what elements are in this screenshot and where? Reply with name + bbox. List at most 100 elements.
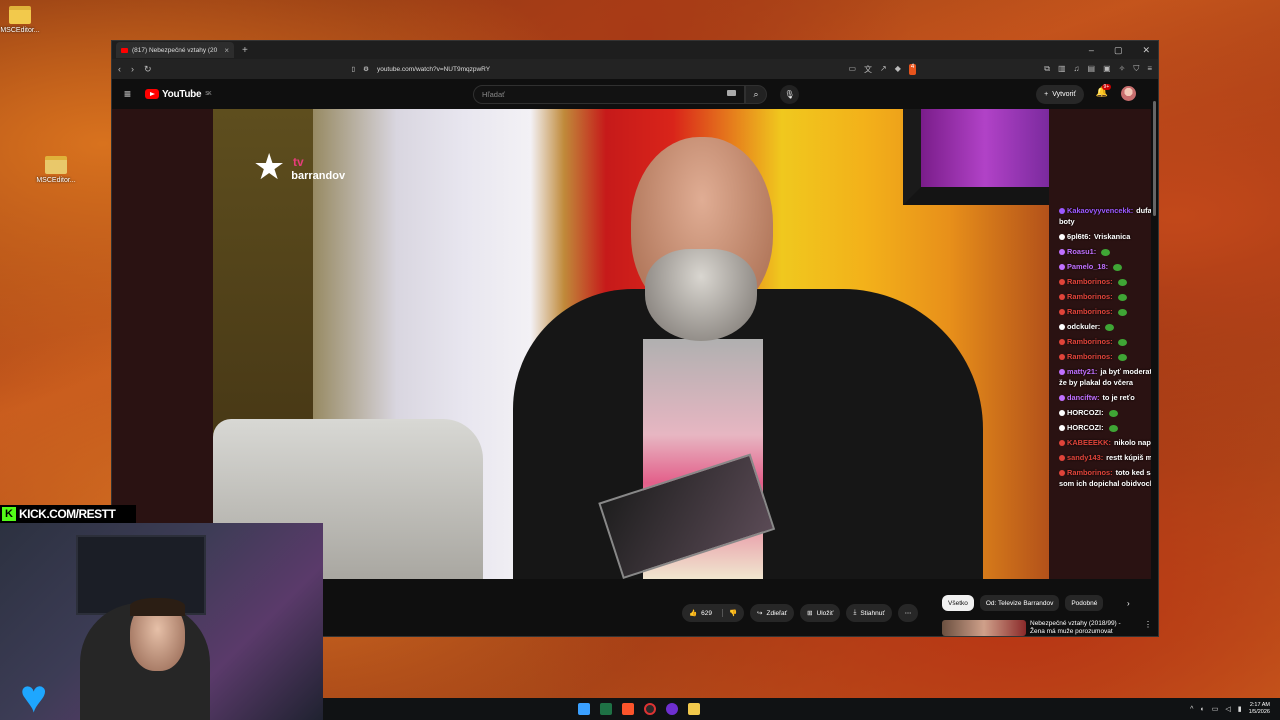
obs-icon[interactable] [666,703,678,715]
create-label: Vytvoriť [1052,91,1076,98]
split-view-icon[interactable]: ▤ [1088,64,1096,75]
new-tab-button[interactable]: + [242,45,248,56]
forward-icon[interactable]: › [131,64,134,74]
recommendation-thumbnail[interactable] [942,620,1026,636]
chat-username[interactable]: odckuler: [1067,322,1100,331]
translate-icon[interactable]: 文 [864,64,872,75]
chat-username[interactable]: matty21: [1067,367,1097,376]
chat-message: matty21:ja byť moderator taku mu kmasnem… [1059,366,1158,388]
close-window-button[interactable]: ✕ [1142,45,1150,56]
vpn-icon[interactable]: ⛉ [1133,64,1139,75]
extensions-icon[interactable]: ⧉ [1044,64,1050,75]
dislike-button[interactable]: 👎 [721,609,737,617]
guide-menu-icon[interactable]: ≡ [124,87,131,101]
search-input[interactable]: Hľadať [473,85,745,104]
file-explorer-icon[interactable] [688,703,700,715]
scrollbar-thumb[interactable] [1153,101,1156,216]
chat-message: Ramborinos: [1059,276,1158,287]
chip-similar[interactable]: Podobné [1065,595,1104,611]
sidebar-icon[interactable]: ▥ [1058,64,1066,75]
bookmark-icon[interactable]: ▯ [352,65,356,73]
chat-username[interactable]: HORCOZI: [1067,408,1104,417]
chevron-right-icon[interactable]: › [1127,599,1130,608]
chat-username[interactable]: Ramborinos: [1067,292,1113,301]
search-button[interactable]: ⌕ [745,85,767,104]
youtube-favicon-icon [121,47,128,53]
chat-username[interactable]: Pamelo_18: [1067,262,1108,271]
desktop-icon-mseditor-2[interactable]: MSCEditor... [26,156,86,184]
chat-badge-icon [1059,324,1065,331]
heart-icon: ♥ [20,670,48,720]
like-button[interactable]: 👍 629 👎 [682,604,745,622]
youtube-header: ≡ YouTube SK Hľadať ⌕ 🎙 + Vytvoriť 🔔 9+ [112,79,1158,109]
recommendation-title[interactable]: Nebezpečné vztahy (2018/99) - Žena má mu… [1030,620,1121,636]
taskbar: ^ ◐ ▭ ◁ ▮ 2:17 AM 1/5/2026 [323,698,1280,720]
brave-shield-icon[interactable]: ◆ [895,64,901,75]
video-player[interactable]: ★ tv barrandov [213,109,1049,579]
volume-icon[interactable]: ◁ [1225,705,1230,713]
chat-username[interactable]: Ramborinos: [1067,352,1113,361]
battery-icon[interactable]: ▮ [1238,705,1242,713]
screen-icon[interactable]: ▭ [848,64,856,75]
chat-username[interactable]: Ramborinos: [1067,307,1113,316]
chip-all[interactable]: Všetko [942,595,974,611]
mic-tray-icon[interactable]: ◐ [1200,706,1204,713]
recommendation-item[interactable]: Nebezpečné vztahy (2018/99) - Žena má mu… [942,620,1152,636]
save-button[interactable]: ⊞ Uložiť [800,604,841,622]
chrome-icon[interactable] [644,703,656,715]
tab-bar: (817) Nebezpečné vztahy (20 × + – ▢ ✕ [112,41,1158,59]
chat-username[interactable]: Ramborinos: [1067,277,1113,286]
kebab-menu-icon[interactable]: ⋮ [1144,620,1152,636]
chat-username[interactable]: sandy143: [1067,453,1103,462]
chat-username[interactable]: KABEEEKK: [1067,438,1111,447]
taskbar-apps [578,703,700,715]
menu-icon[interactable]: ≡ [1147,64,1152,75]
clock[interactable]: 2:17 AM 1/5/2026 [1249,702,1270,716]
windows-start-icon[interactable] [578,703,590,715]
chat-username[interactable]: danciftw: [1067,393,1099,402]
maximize-button[interactable]: ▢ [1114,45,1123,56]
chip-channel[interactable]: Od: Televize Barrandov [979,595,1060,611]
extension-badge[interactable]: 4 [908,63,917,75]
tab-youtube[interactable]: (817) Nebezpečné vztahy (20 × [116,42,234,58]
chat-username[interactable]: HORCOZI: [1067,423,1104,432]
music-icon[interactable]: ♫ [1074,64,1080,75]
share-button[interactable]: ↪ Zdieľať [750,604,795,622]
close-tab-icon[interactable]: × [224,46,229,55]
chat-emote-icon [1117,338,1127,346]
save-label: Uložiť [816,609,834,617]
chat-badge-icon [1059,249,1065,256]
chat-message: odckuler: [1059,321,1158,332]
share-page-icon[interactable]: ↗ [880,64,887,75]
youtube-logo[interactable]: YouTube SK [145,89,212,100]
chat-overlay: Kakaovyyvencekk:dufam ze aspon pekne bot… [1049,109,1158,579]
back-icon[interactable]: ‹ [118,64,121,74]
reload-icon[interactable]: ↻ [144,64,152,75]
network-icon[interactable]: ▭ [1212,705,1219,713]
minimize-button[interactable]: – [1089,45,1094,56]
streamer-hair [130,598,185,616]
url-field[interactable]: ▯ ⚙ youtube.com/watch?v=NUT9mqzpwRY [352,65,491,74]
avatar[interactable] [1121,86,1136,101]
create-button[interactable]: + Vytvoriť [1036,85,1084,104]
page-scrollbar[interactable] [1151,89,1158,636]
more-actions-button[interactable]: ⋯ [897,604,919,622]
chat-username[interactable]: Roasu1: [1067,247,1096,256]
brave-icon[interactable] [622,703,634,715]
chat-emote-icon [1117,278,1127,286]
leo-icon[interactable]: ✧ [1119,64,1126,75]
wallet-icon[interactable]: ▣ [1103,64,1111,75]
notifications-button[interactable]: 🔔 9+ [1096,84,1112,98]
desktop-icon-mseditor-1[interactable]: MSCEditor... [0,6,50,34]
chat-badge-icon [1059,455,1065,462]
site-info-icon[interactable]: ⚙ [363,65,369,73]
keyboard-icon[interactable] [727,90,736,96]
excel-icon[interactable] [600,703,612,715]
chat-username[interactable]: Kakaovyyvencekk: [1067,206,1133,215]
voice-search-button[interactable]: 🎙 [780,85,799,104]
download-button[interactable]: ⤓ Stiahnuť [846,604,892,622]
chevron-up-icon[interactable]: ^ [1190,706,1193,713]
chat-username[interactable]: Ramborinos: [1067,468,1113,477]
chat-username[interactable]: 6pl6t6: [1067,232,1091,241]
chat-username[interactable]: Ramborinos: [1067,337,1113,346]
